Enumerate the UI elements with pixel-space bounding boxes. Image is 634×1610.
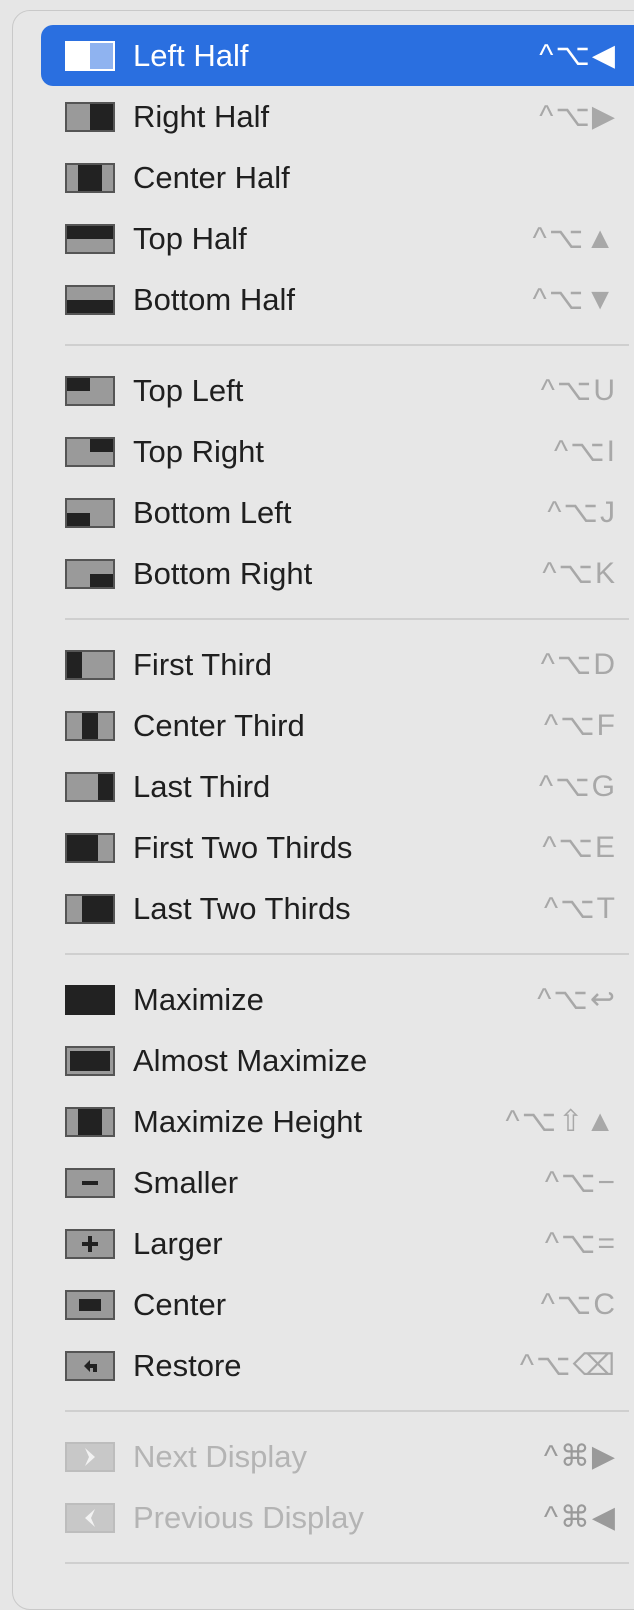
menu-item-left-half[interactable]: Left Half ^⌥◀ bbox=[41, 25, 634, 86]
menu-item-shortcut: ^⌥F bbox=[544, 709, 617, 742]
menu-item-shortcut: ^⌥G bbox=[539, 770, 617, 803]
menu-item-shortcut: ^⌥= bbox=[544, 1227, 617, 1260]
top-left-icon bbox=[65, 376, 115, 406]
menu-item-label: Bottom Left bbox=[133, 495, 292, 530]
menu-item-label: Center Third bbox=[133, 708, 305, 743]
menu-item-center-half[interactable]: Center Half bbox=[41, 147, 634, 208]
menu-item-label: Top Half bbox=[133, 221, 247, 256]
center-half-icon bbox=[65, 163, 115, 193]
menu-item-shortcut: ^⌥− bbox=[544, 1166, 617, 1199]
menu-item-top-half[interactable]: Top Half ^⌥▲ bbox=[41, 208, 634, 269]
menu-item-label: Last Third bbox=[133, 769, 271, 804]
menu-item-shortcut: ^⌥U bbox=[540, 374, 617, 407]
center-icon bbox=[65, 1290, 115, 1320]
menu-item-smaller[interactable]: Smaller ^⌥− bbox=[41, 1152, 634, 1213]
menu-item-label: Almost Maximize bbox=[133, 1043, 368, 1078]
menu-item-last-two-thirds[interactable]: Last Two Thirds ^⌥T bbox=[41, 878, 634, 939]
menu-item-label: Right Half bbox=[133, 99, 270, 134]
almost-maximize-icon bbox=[65, 1046, 115, 1076]
previous-display-icon bbox=[65, 1503, 115, 1533]
menu-item-shortcut: ^⌥E bbox=[542, 831, 617, 864]
menu-item-label: Previous Display bbox=[133, 1500, 364, 1535]
center-third-icon bbox=[65, 711, 115, 741]
menu-item-larger[interactable]: Larger ^⌥= bbox=[41, 1213, 634, 1274]
menu-item-shortcut: ^⌥J bbox=[547, 496, 617, 529]
menu-item-shortcut: ^⌥⌫ bbox=[519, 1349, 617, 1382]
menu-item-shortcut: ^⌘◀ bbox=[543, 1501, 617, 1534]
menu-item-shortcut: ^⌥▲ bbox=[532, 222, 617, 255]
menu-item-shortcut: ^⌥T bbox=[544, 892, 617, 925]
menu-item-maximize-height[interactable]: Maximize Height ^⌥⇧▲ bbox=[41, 1091, 634, 1152]
top-right-icon bbox=[65, 437, 115, 467]
menu-separator bbox=[65, 953, 629, 955]
menu-item-label: Center bbox=[133, 1287, 227, 1322]
menu-item-label: Top Left bbox=[133, 373, 244, 408]
bottom-left-icon bbox=[65, 498, 115, 528]
menu-item-label: Last Two Thirds bbox=[133, 891, 351, 926]
menu-item-label: First Third bbox=[133, 647, 272, 682]
menu-item-shortcut: ^⌥▶ bbox=[539, 100, 617, 133]
menu-item-shortcut: ^⌘▶ bbox=[543, 1440, 617, 1473]
last-two-thirds-icon bbox=[65, 894, 115, 924]
last-third-icon bbox=[65, 772, 115, 802]
menu-item-shortcut: ^⌥⇧▲ bbox=[505, 1105, 617, 1138]
menu-item-bottom-right[interactable]: Bottom Right ^⌥K bbox=[41, 543, 634, 604]
menu-item-label: Smaller bbox=[133, 1165, 239, 1200]
menu-item-shortcut: ^⌥▼ bbox=[532, 283, 617, 316]
menu-separator bbox=[65, 618, 629, 620]
window-layout-menu: Left Half ^⌥◀ Right Half ^⌥▶ Center Half T… bbox=[12, 10, 634, 1610]
menu-item-shortcut: ^⌥◀ bbox=[539, 39, 617, 72]
larger-icon bbox=[65, 1229, 115, 1259]
maximize-height-icon bbox=[65, 1107, 115, 1137]
menu-item-previous-display: Previous Display ^⌘◀ bbox=[41, 1487, 634, 1548]
menu-item-label: Maximize Height bbox=[133, 1104, 363, 1139]
right-half-icon bbox=[65, 102, 115, 132]
menu-item-bottom-half[interactable]: Bottom Half ^⌥▼ bbox=[41, 269, 634, 330]
menu-item-label: Bottom Half bbox=[133, 282, 295, 317]
menu-item-restore[interactable]: Restore ^⌥⌫ bbox=[41, 1335, 634, 1396]
menu-item-center-third[interactable]: Center Third ^⌥F bbox=[41, 695, 634, 756]
menu-item-shortcut: ^⌥↩ bbox=[537, 983, 617, 1016]
menu-item-maximize[interactable]: Maximize ^⌥↩ bbox=[41, 969, 634, 1030]
menu-separator bbox=[65, 1410, 629, 1412]
menu-item-label: Bottom Right bbox=[133, 556, 313, 591]
menu-item-shortcut: ^⌥I bbox=[554, 435, 617, 468]
menu-item-label: Next Display bbox=[133, 1439, 307, 1474]
bottom-half-icon bbox=[65, 285, 115, 315]
menu-item-last-third[interactable]: Last Third ^⌥G bbox=[41, 756, 634, 817]
menu-item-shortcut: ^⌥C bbox=[540, 1288, 617, 1321]
menu-item-first-third[interactable]: First Third ^⌥D bbox=[41, 634, 634, 695]
menu-item-shortcut: ^⌥D bbox=[540, 648, 617, 681]
menu-item-shortcut: ^⌥K bbox=[542, 557, 617, 590]
first-third-icon bbox=[65, 650, 115, 680]
menu-item-label: Center Half bbox=[133, 160, 290, 195]
restore-icon bbox=[65, 1351, 115, 1381]
menu-separator bbox=[65, 344, 629, 346]
menu-item-label: Left Half bbox=[133, 38, 249, 73]
next-display-icon bbox=[65, 1442, 115, 1472]
menu-item-label: Maximize bbox=[133, 982, 264, 1017]
menu-item-top-left[interactable]: Top Left ^⌥U bbox=[41, 360, 634, 421]
menu-item-bottom-left[interactable]: Bottom Left ^⌥J bbox=[41, 482, 634, 543]
bottom-right-icon bbox=[65, 559, 115, 589]
menu-item-label: First Two Thirds bbox=[133, 830, 353, 865]
maximize-icon bbox=[65, 985, 115, 1015]
first-two-thirds-icon bbox=[65, 833, 115, 863]
menu-item-next-display: Next Display ^⌘▶ bbox=[41, 1426, 634, 1487]
menu-item-top-right[interactable]: Top Right ^⌥I bbox=[41, 421, 634, 482]
left-half-icon bbox=[65, 41, 115, 71]
menu-item-center[interactable]: Center ^⌥C bbox=[41, 1274, 634, 1335]
menu-item-first-two-thirds[interactable]: First Two Thirds ^⌥E bbox=[41, 817, 634, 878]
smaller-icon bbox=[65, 1168, 115, 1198]
menu-item-right-half[interactable]: Right Half ^⌥▶ bbox=[41, 86, 634, 147]
menu-item-label: Larger bbox=[133, 1226, 223, 1261]
menu-item-label: Restore bbox=[133, 1348, 242, 1383]
menu-separator bbox=[65, 1562, 629, 1564]
menu-item-almost-maximize[interactable]: Almost Maximize bbox=[41, 1030, 634, 1091]
top-half-icon bbox=[65, 224, 115, 254]
menu-item-label: Top Right bbox=[133, 434, 264, 469]
